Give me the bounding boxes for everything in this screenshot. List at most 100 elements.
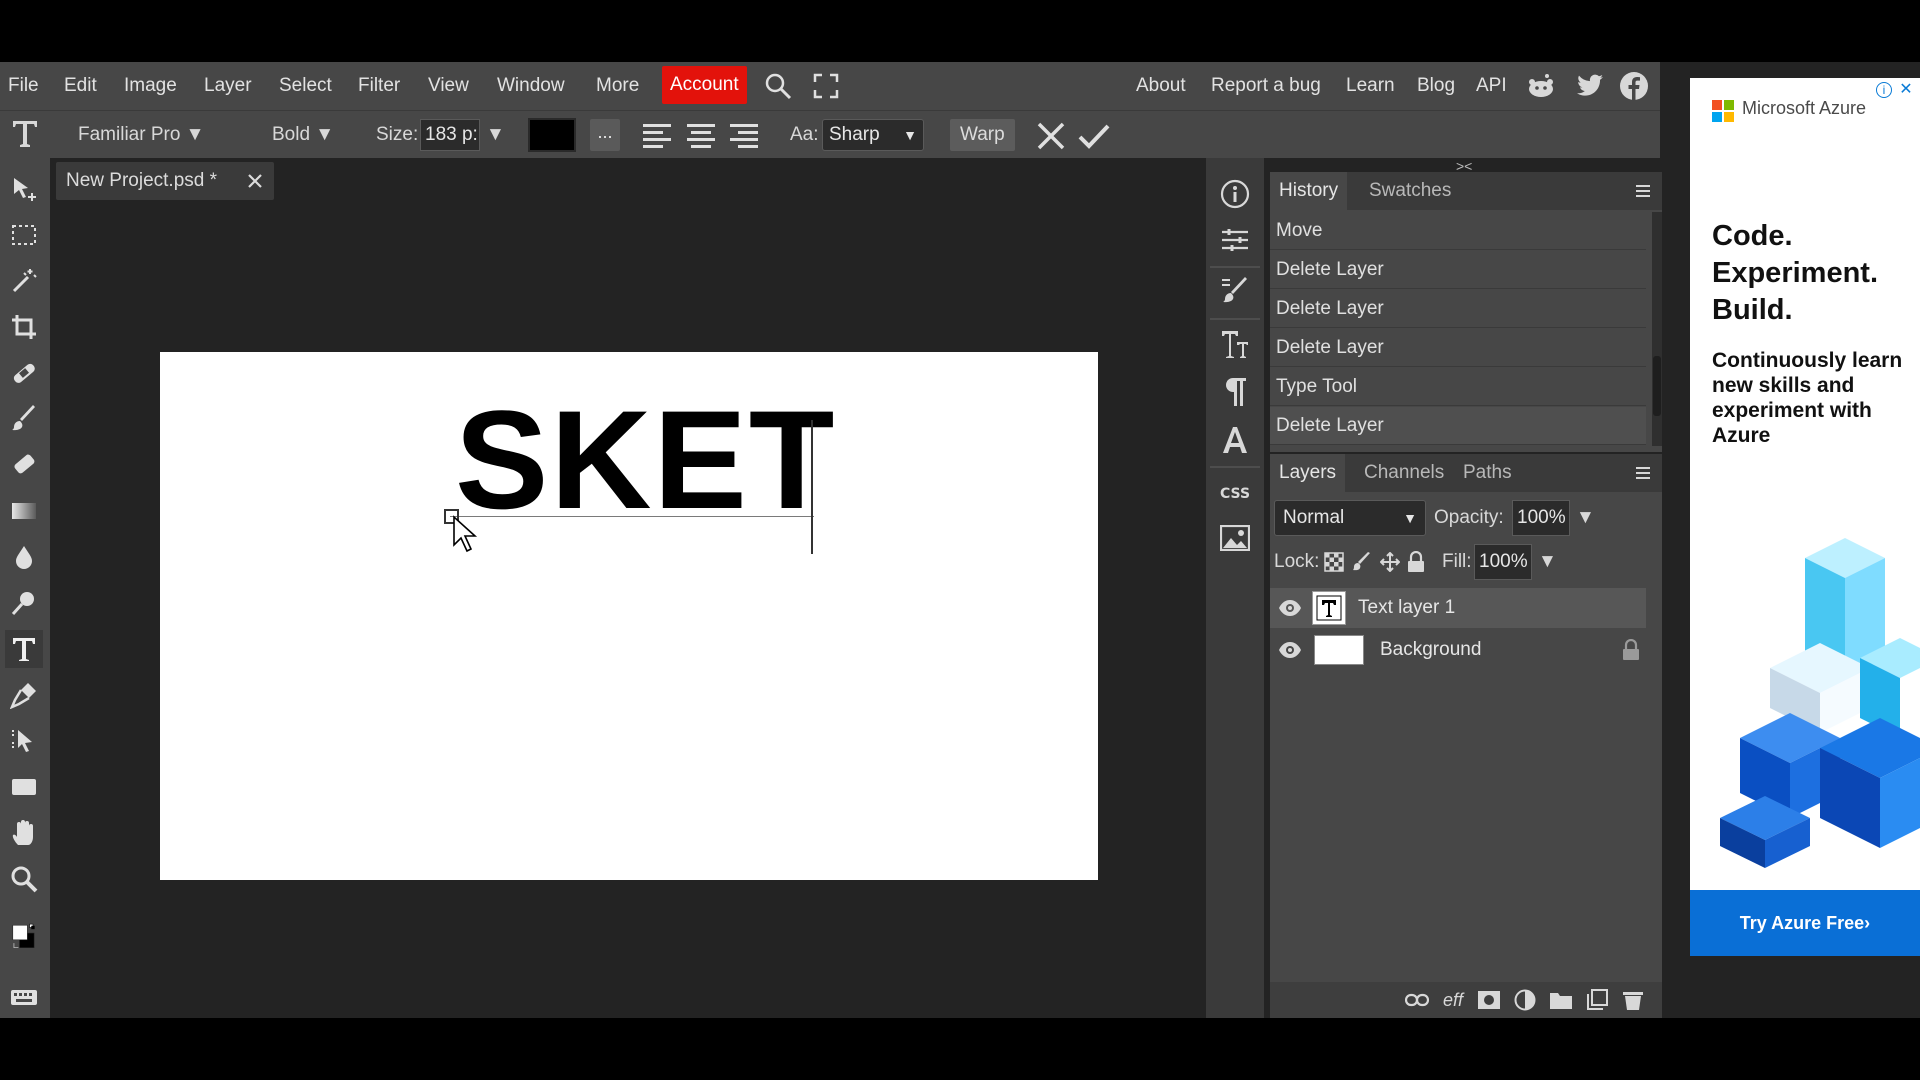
- link-layers-icon[interactable]: [1404, 988, 1430, 1012]
- history-item-current[interactable]: Delete Layer: [1270, 407, 1646, 445]
- font-size-input[interactable]: 183 p:: [420, 119, 480, 151]
- align-center-icon[interactable]: [686, 121, 716, 149]
- new-layer-icon[interactable]: [1584, 988, 1610, 1012]
- menu-file[interactable]: File: [8, 62, 39, 110]
- glyphs-icon[interactable]: [1217, 422, 1253, 458]
- mask-icon[interactable]: [1476, 988, 1502, 1012]
- hand-tool[interactable]: [5, 814, 43, 852]
- link-api[interactable]: API: [1476, 62, 1507, 110]
- link-blog[interactable]: Blog: [1417, 62, 1455, 110]
- lock-pixels-icon[interactable]: [1352, 552, 1372, 577]
- more-options-button[interactable]: ...: [590, 119, 620, 151]
- marquee-tool[interactable]: [5, 216, 43, 254]
- twitter-icon[interactable]: [1574, 70, 1606, 102]
- menu-view[interactable]: View: [428, 62, 469, 110]
- opacity-input[interactable]: 100%: [1512, 500, 1570, 536]
- folder-icon[interactable]: [1548, 988, 1574, 1012]
- menu-filter[interactable]: Filter: [358, 62, 400, 110]
- search-icon[interactable]: [762, 70, 794, 102]
- lock-position-icon[interactable]: [1379, 551, 1401, 577]
- tab-paths[interactable]: Paths: [1454, 454, 1521, 492]
- history-scroll-thumb[interactable]: [1653, 356, 1661, 416]
- align-right-icon[interactable]: [729, 121, 759, 149]
- link-learn[interactable]: Learn: [1346, 62, 1395, 110]
- zoom-tool[interactable]: [5, 860, 43, 898]
- brush-settings-icon[interactable]: [1217, 274, 1253, 310]
- eraser-tool[interactable]: [5, 446, 43, 484]
- lock-all-icon[interactable]: [1406, 550, 1426, 578]
- ad-close-icon[interactable]: ✕: [1898, 82, 1914, 98]
- tab-channels[interactable]: Channels: [1355, 454, 1453, 492]
- keyboard-tool[interactable]: [5, 978, 43, 1016]
- font-family-dropdown[interactable]: Familiar Pro ▼: [78, 111, 205, 159]
- menu-select[interactable]: Select: [279, 62, 332, 110]
- commit-check-icon[interactable]: [1078, 121, 1110, 149]
- align-left-icon[interactable]: [642, 121, 672, 149]
- link-about[interactable]: About: [1136, 62, 1186, 110]
- fill-input[interactable]: 100%: [1474, 544, 1532, 580]
- shape-tool[interactable]: [5, 768, 43, 806]
- character-icon[interactable]: [1217, 326, 1253, 362]
- font-weight-dropdown[interactable]: Bold ▼: [272, 111, 334, 159]
- eye-icon[interactable]: [1278, 640, 1302, 665]
- history-item[interactable]: Delete Layer: [1270, 290, 1646, 328]
- crop-tool[interactable]: [5, 308, 43, 346]
- advertisement[interactable]: i ✕ Microsoft Azure Code. Experiment. Bu…: [1690, 78, 1920, 956]
- opacity-dropdown-arrow[interactable]: ▼: [1576, 500, 1595, 536]
- close-icon[interactable]: [244, 170, 266, 192]
- adjustment-layer-icon[interactable]: [1512, 988, 1538, 1012]
- paragraph-icon[interactable]: [1217, 374, 1253, 410]
- menu-more[interactable]: More: [596, 62, 639, 110]
- magic-wand-tool[interactable]: [5, 262, 43, 300]
- canvas-text-layer[interactable]: SKET: [455, 390, 836, 530]
- layer-row-background[interactable]: Background: [1270, 630, 1646, 670]
- panel-menu-icon[interactable]: [1632, 462, 1654, 484]
- brush-tool[interactable]: [5, 400, 43, 438]
- menu-edit[interactable]: Edit: [64, 62, 97, 110]
- effects-icon[interactable]: eff: [1440, 988, 1466, 1012]
- move-tool[interactable]: [5, 170, 43, 208]
- menu-layer[interactable]: Layer: [204, 62, 252, 110]
- ad-cta-button[interactable]: Try Azure Free›: [1690, 890, 1920, 956]
- fill-dropdown-arrow[interactable]: ▼: [1538, 544, 1557, 580]
- history-item[interactable]: Delete Layer: [1270, 251, 1646, 289]
- adjustments-icon[interactable]: [1217, 222, 1253, 258]
- color-swatches[interactable]: [2, 912, 46, 962]
- antialias-select[interactable]: Sharp ▼: [822, 119, 924, 151]
- text-color-swatch[interactable]: [528, 118, 576, 152]
- tab-swatches[interactable]: Swatches: [1360, 172, 1460, 210]
- layer-row-text[interactable]: Text layer 1: [1270, 588, 1646, 628]
- info-icon[interactable]: [1217, 176, 1253, 212]
- blur-tool[interactable]: [5, 538, 43, 576]
- lock-transparency-icon[interactable]: [1324, 552, 1344, 577]
- facebook-icon[interactable]: [1618, 70, 1650, 102]
- document-tab[interactable]: New Project.psd *: [56, 162, 274, 200]
- healing-tool[interactable]: [5, 354, 43, 392]
- blend-mode-select[interactable]: Normal ▼: [1274, 500, 1426, 536]
- css-panel-button[interactable]: CSS: [1217, 476, 1253, 512]
- dodge-tool[interactable]: [5, 584, 43, 622]
- history-item[interactable]: Delete Layer: [1270, 329, 1646, 367]
- menu-window[interactable]: Window: [497, 62, 565, 110]
- reddit-icon[interactable]: [1525, 70, 1557, 102]
- document-canvas[interactable]: SKET: [160, 352, 1098, 880]
- type-tool[interactable]: [5, 630, 43, 668]
- size-dropdown-arrow[interactable]: ▼: [486, 111, 505, 159]
- ad-info-icon[interactable]: i: [1876, 82, 1892, 98]
- image-icon[interactable]: [1217, 520, 1253, 556]
- history-item[interactable]: Move: [1270, 212, 1646, 250]
- warp-button[interactable]: Warp: [950, 119, 1015, 151]
- gradient-tool[interactable]: [5, 492, 43, 530]
- pen-tool[interactable]: [5, 676, 43, 714]
- menu-image[interactable]: Image: [124, 62, 177, 110]
- eye-icon[interactable]: [1278, 598, 1302, 623]
- fullscreen-icon[interactable]: [810, 70, 842, 102]
- cancel-icon[interactable]: [1036, 121, 1066, 150]
- account-button[interactable]: Account: [662, 66, 747, 104]
- history-scrollbar[interactable]: [1652, 212, 1662, 446]
- trash-icon[interactable]: [1620, 988, 1646, 1012]
- history-item[interactable]: Type Tool: [1270, 368, 1646, 406]
- panel-menu-icon[interactable]: [1632, 180, 1654, 202]
- tab-history[interactable]: History: [1270, 172, 1348, 210]
- path-select-tool[interactable]: [5, 722, 43, 760]
